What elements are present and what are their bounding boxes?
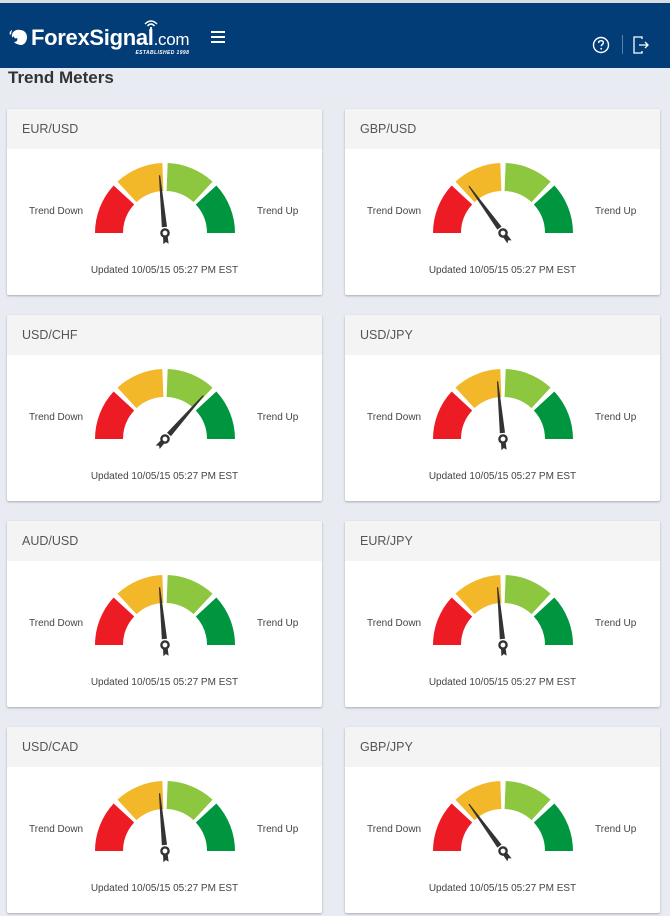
updated-timestamp: Updated 10/05/15 05:27 PM EST: [90, 883, 239, 894]
trend-gauge: [95, 575, 235, 657]
hamburger-icon: [211, 31, 227, 43]
trend-meter-card: GBP/JPY Trend Down Trend Up Updated 10/05/1…: [345, 727, 660, 913]
updated-timestamp: Updated 10/05/15 05:27 PM EST: [90, 471, 239, 482]
trend-gauge: [95, 163, 235, 245]
trend-meter-card: USD/JPY Trend Down Trend Up Updated 10/05/1…: [345, 315, 660, 501]
trend-meter-card: USD/CHF Trend Down Trend Up Updated 10/05/1…: [7, 315, 322, 501]
logo-tagline: ESTABLISHED 1998: [135, 50, 190, 56]
trend-meter-card: EUR/JPY Trend Down Trend Up Updated 10/05/1…: [345, 521, 660, 707]
updated-timestamp: Updated 10/05/15 05:27 PM EST: [90, 677, 239, 688]
trend-down-label: Trend Down: [367, 206, 422, 217]
trend-down-label: Trend Down: [29, 824, 84, 835]
gauge-needle: [155, 395, 204, 449]
updated-timestamp: Updated 10/05/15 05:27 PM EST: [428, 471, 577, 482]
trend-up-label: Trend Up: [257, 824, 299, 835]
logo[interactable]: ForexSignal.com ESTABLISHED 1998: [8, 19, 190, 59]
updated-timestamp: Updated 10/05/15 05:27 PM EST: [428, 883, 577, 894]
trend-meter-card: AUD/USD Trend Down Trend Up Updated 10/05/1…: [7, 521, 322, 707]
globe-icon: [9, 29, 27, 45]
currency-pair-title: USD/JPY: [345, 315, 660, 355]
menu-button[interactable]: [211, 31, 227, 44]
app-header: ForexSignal.com ESTABLISHED 1998: [0, 3, 670, 68]
trend-down-label: Trend Down: [29, 412, 84, 423]
help-circle-icon: [592, 36, 610, 54]
trend-down-label: Trend Down: [367, 412, 422, 423]
trend-gauge: [95, 369, 235, 449]
trend-up-label: Trend Up: [595, 412, 637, 423]
trend-up-label: Trend Up: [595, 824, 637, 835]
trend-down-label: Trend Down: [29, 206, 84, 217]
trend-up-label: Trend Up: [595, 206, 637, 217]
logo-suffix: .com: [153, 30, 190, 49]
trend-up-label: Trend Up: [257, 206, 299, 217]
trend-down-label: Trend Down: [29, 618, 84, 629]
trend-up-label: Trend Up: [257, 618, 299, 629]
logo-brand: ForexSignal: [31, 25, 154, 50]
logo-text: ForexSignal.com ESTABLISHED 1998: [31, 20, 190, 56]
updated-timestamp: Updated 10/05/15 05:27 PM EST: [428, 677, 577, 688]
trend-down-label: Trend Down: [367, 618, 422, 629]
page-title: Trend Meters: [8, 68, 114, 87]
currency-pair-title: EUR/USD: [7, 109, 322, 149]
trend-gauge: [95, 781, 235, 863]
signal-icon: [144, 20, 158, 29]
logout-button[interactable]: [631, 35, 651, 55]
trend-meter-card: USD/CAD Trend Down Trend Up Updated 10/05/1…: [7, 727, 322, 913]
trend-gauge: [433, 163, 573, 244]
currency-pair-title: USD/CHF: [7, 315, 322, 355]
trend-gauge: [433, 369, 573, 451]
logout-icon: [633, 36, 649, 54]
currency-pair-title: AUD/USD: [7, 521, 322, 561]
trend-gauge: [433, 575, 573, 657]
trend-up-label: Trend Up: [257, 412, 299, 423]
currency-pair-title: USD/CAD: [7, 727, 322, 767]
currency-pair-title: GBP/JPY: [345, 727, 660, 767]
currency-pair-title: EUR/JPY: [345, 521, 660, 561]
trend-down-label: Trend Down: [367, 824, 422, 835]
header-divider: [622, 35, 623, 54]
trend-gauge: [433, 781, 573, 862]
trend-up-label: Trend Up: [595, 618, 637, 629]
updated-timestamp: Updated 10/05/15 05:27 PM EST: [90, 265, 239, 276]
trend-meter-card: GBP/USD Trend Down Trend Up Updated 10/05/1…: [345, 109, 660, 295]
currency-pair-title: GBP/USD: [345, 109, 660, 149]
updated-timestamp: Updated 10/05/15 05:27 PM EST: [428, 265, 577, 276]
trend-meter-card: EUR/USD Trend Down Trend Up Updated 10/05/1…: [7, 109, 322, 295]
help-button[interactable]: [592, 36, 610, 54]
